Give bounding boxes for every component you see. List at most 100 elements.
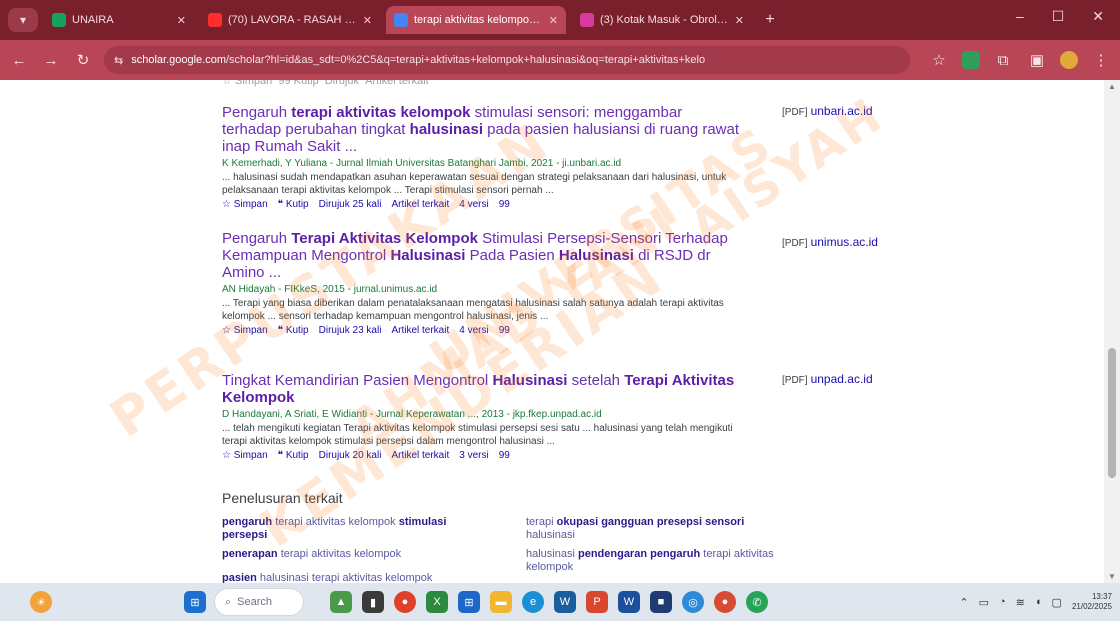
vertical-scrollbar[interactable]: ▲ ▼	[1104, 80, 1120, 583]
chevron-up-icon[interactable]: ⌃	[959, 596, 968, 609]
cited-by-link-label: Dirujuk 25 kali	[318, 199, 382, 210]
versions-link-label: 4 versi	[459, 199, 489, 210]
menu-icon[interactable]: ⋮	[1090, 49, 1112, 71]
network-icon[interactable]: ◔	[999, 596, 1006, 608]
scroll-down-icon[interactable]: ▼	[1108, 572, 1116, 581]
tab-label: UNAIRA	[72, 14, 114, 26]
search-result: Pengaruh Terapi Aktivitas Kelompok Stimu…	[222, 230, 742, 336]
search-icon: ⌕	[225, 595, 232, 608]
wifi-icon[interactable]: ≋	[1016, 596, 1025, 609]
result-title-part: Pengaruh	[222, 230, 292, 247]
scroll-up-icon[interactable]: ▲	[1108, 82, 1116, 91]
browser-tab[interactable]: terapi aktivitas kelompok halu... ✕	[386, 6, 566, 34]
cite-button[interactable]: ❝ Kutip	[278, 325, 309, 336]
app-icon-dark[interactable]: ■	[650, 591, 672, 613]
bibtex-link[interactable]: 99	[499, 450, 510, 461]
cite-button-label: Kutip	[285, 450, 309, 461]
speaker-icon[interactable]: ◖	[1035, 596, 1042, 608]
browser-tab[interactable]: UNAIRA ✕	[44, 6, 194, 34]
close-window-button[interactable]: ✕	[1092, 8, 1104, 25]
tab-label: (3) Kotak Masuk - Obrolan	[600, 14, 729, 26]
folder-icon[interactable]: ▬	[490, 591, 512, 613]
new-tab-button[interactable]: +	[758, 8, 782, 32]
result-title-link[interactable]: Tingkat Kemandirian Pasien Mengontrol Ha…	[222, 372, 742, 406]
tab-close-icon[interactable]: ✕	[177, 14, 186, 27]
scrollbar-thumb[interactable]	[1108, 348, 1116, 478]
tab-close-icon[interactable]: ✕	[549, 14, 558, 27]
related-search-link[interactable]: terapi okupasi gangguan presepsi sensori…	[526, 516, 796, 542]
related-search-link[interactable]: halusinasi pendengaran pengaruh terapi a…	[526, 548, 796, 574]
result-actions: ☆ Simpan ❝ Kutip Dirujuk 25 kali Artikel te…	[222, 199, 742, 210]
task-view-icon[interactable]: ▮	[362, 591, 384, 613]
save-button[interactable]: ☆ Simpan	[222, 450, 268, 461]
window-controls: – ☐ ✕	[1016, 8, 1104, 25]
maximize-button[interactable]: ☐	[1052, 8, 1065, 25]
battery-icon[interactable]: ▭	[979, 596, 989, 609]
result-authors[interactable]: D Handayani, A Sriati, E Widianti - Jurn…	[222, 409, 742, 420]
save-button[interactable]: ☆ Simpan	[222, 199, 268, 210]
app-icon-blue-circle[interactable]: ◎	[682, 591, 704, 613]
bibtex-link[interactable]: 99	[499, 325, 510, 336]
pdf-host: unpad.ac.id	[810, 372, 873, 386]
minimize-button[interactable]: –	[1016, 8, 1024, 25]
bibtex-link[interactable]: 99	[499, 199, 510, 210]
back-icon[interactable]: ←	[8, 49, 30, 71]
tab-label: (70) LAVORA - RASAH BAL	[228, 14, 357, 26]
weather-icon[interactable]: ☀	[30, 591, 52, 613]
app-icon-chrome[interactable]: ●	[394, 591, 416, 613]
tab-label: terapi aktivitas kelompok halu...	[414, 14, 543, 26]
forward-icon[interactable]: →	[40, 49, 62, 71]
clock[interactable]: 13:37 21/02/2025	[1072, 592, 1112, 612]
tab-close-icon[interactable]: ✕	[363, 14, 372, 27]
site-info-icon[interactable]: ⇆	[114, 54, 123, 67]
app-icon-whatsapp[interactable]: ✆	[746, 591, 768, 613]
browser-tab[interactable]: (70) LAVORA - RASAH BAL ✕	[200, 6, 380, 34]
widget-icon[interactable]: ▲	[330, 591, 352, 613]
address-bar[interactable]: ⇆ scholar.google.com/scholar?hl=id&as_sd…	[104, 46, 910, 74]
app-icon-word-2[interactable]: W	[618, 591, 640, 613]
pdf-link[interactable]: [PDF] unimus.ac.id	[782, 235, 878, 249]
app-icon-store[interactable]: ⊞	[458, 591, 480, 613]
reload-icon[interactable]: ↻	[72, 49, 94, 71]
start-icon[interactable]: ⊞	[184, 591, 206, 613]
display-icon[interactable]: ▢	[1052, 596, 1062, 609]
save-button-label: Simpan	[233, 325, 268, 336]
app-icon-edge[interactable]: e	[522, 591, 544, 613]
tab-close-icon[interactable]: ✕	[735, 14, 744, 27]
result-title-link[interactable]: Pengaruh terapi aktivitas kelompok stimu…	[222, 104, 742, 155]
related-articles-link[interactable]: Artikel terkait	[391, 450, 449, 461]
browser-tab[interactable]: (3) Kotak Masuk - Obrolan ✕	[572, 6, 752, 34]
extensions-puzzle-icon[interactable]: ⧉	[992, 49, 1014, 71]
cited-by-link[interactable]: Dirujuk 25 kali	[319, 199, 382, 210]
result-authors[interactable]: AN Hidayah - FIKkeS, 2015 - jurnal.unimu…	[222, 284, 742, 295]
page-content: ☆ Simpan 99 Kutip Dirujuk Artikel terkai…	[0, 80, 1104, 583]
cite-button[interactable]: ❝ Kutip	[278, 199, 309, 210]
versions-link[interactable]: 3 versi	[459, 450, 488, 461]
result-title-link[interactable]: Pengaruh Terapi Aktivitas Kelompok Stimu…	[222, 230, 742, 281]
app-icon-excel[interactable]: X	[426, 591, 448, 613]
tab-search-button[interactable]: ▾	[8, 8, 38, 32]
taskbar: ☀ ⊞ ⌕ Search ▲ ▮ ● X ⊞ ▬ e W P W ■ ◎ ● ✆…	[0, 583, 1120, 621]
versions-link[interactable]: 4 versi	[459, 199, 488, 210]
app-icon-word[interactable]: W	[554, 591, 576, 613]
related-search-link[interactable]: penerapan terapi aktivitas kelompok	[222, 548, 492, 561]
related-search-link[interactable]: pengaruh terapi aktivitas kelompok stimu…	[222, 516, 492, 542]
related-search-link[interactable]: pasien halusinasi terapi aktivitas kelom…	[222, 572, 492, 583]
result-authors[interactable]: K Kemerhadi, Y Yuliana - Jurnal Ilmiah U…	[222, 158, 742, 169]
related-articles-link[interactable]: Artikel terkait	[391, 199, 449, 210]
cite-button[interactable]: ❝ Kutip	[278, 450, 309, 461]
save-button[interactable]: ☆ Simpan	[222, 325, 268, 336]
profile-avatar[interactable]	[1060, 51, 1078, 69]
versions-link[interactable]: 4 versi	[459, 325, 488, 336]
cited-by-link[interactable]: Dirujuk 20 kali	[319, 450, 382, 461]
related-articles-link[interactable]: Artikel terkait	[391, 325, 449, 336]
sidebar-icon[interactable]: ▣	[1026, 49, 1048, 71]
cited-by-link[interactable]: Dirujuk 23 kali	[319, 325, 382, 336]
pdf-link[interactable]: [PDF] unpad.ac.id	[782, 372, 873, 386]
app-icon-powerpoint[interactable]: P	[586, 591, 608, 613]
app-icon-chrome-2[interactable]: ●	[714, 591, 736, 613]
bookmark-star-icon[interactable]: ☆	[928, 49, 950, 71]
pdf-link[interactable]: [PDF] unbari.ac.id	[782, 104, 873, 118]
extension-icon[interactable]	[962, 51, 980, 69]
taskbar-search[interactable]: ⌕ Search	[214, 588, 304, 616]
